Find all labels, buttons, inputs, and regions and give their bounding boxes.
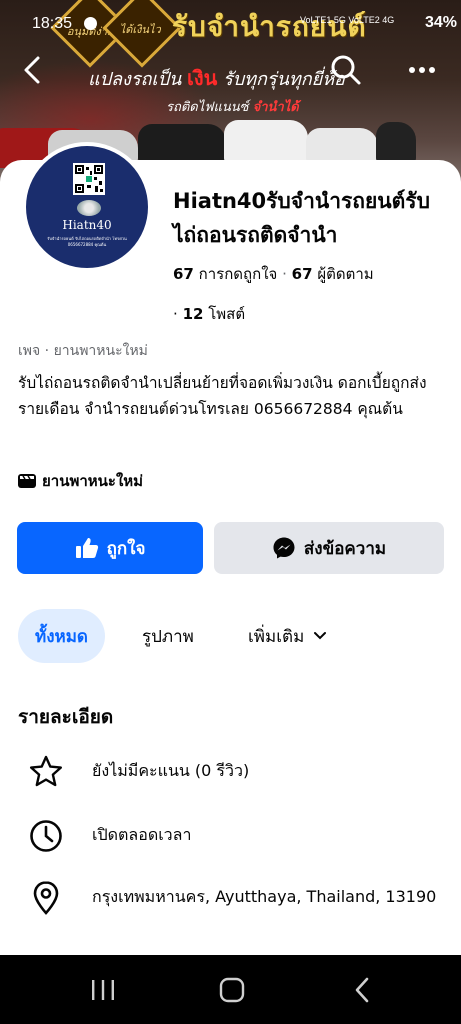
posts-count: 12	[182, 305, 204, 323]
details-heading: รายละเอียด	[18, 706, 114, 728]
search-icon[interactable]	[328, 52, 364, 88]
recent-apps-icon[interactable]	[90, 979, 116, 1001]
page-stats: 67 การกดถูกใจ · 67 ผู้ติดตาม	[173, 265, 374, 283]
location-pin-icon	[33, 881, 59, 915]
car-white-sedan	[306, 128, 378, 164]
thumbs-up-icon	[75, 538, 98, 558]
page-title: Hiatn40รับจำนำรถยนต์รับไถ่ถอนรถติดจำนำ	[173, 189, 430, 247]
tab-photos[interactable]: รูปภาพ	[142, 609, 194, 663]
car-white-pickup	[224, 120, 308, 164]
cover-subtitle-2: รถติดไฟแนนซ์ จำนำได้	[166, 100, 299, 115]
followers-label[interactable]: ผู้ติดตาม	[317, 265, 373, 283]
category-label: ยานพาหนะใหม่	[42, 472, 144, 490]
likes-label[interactable]: การกดถูกใจ	[199, 265, 278, 283]
status-time: 18:35	[32, 15, 73, 32]
category-clapper-icon	[18, 473, 36, 489]
more-dots-icon[interactable]	[404, 52, 440, 88]
posts-label[interactable]: โพสต์	[208, 305, 245, 323]
notification-icon	[84, 17, 97, 30]
likes-count: 67	[173, 265, 194, 283]
hours-text: เปิดตลอดเวลา	[92, 825, 192, 844]
tab-all[interactable]: ทั้งหมด	[18, 609, 105, 663]
avatar-name: Hiatn40	[62, 218, 112, 232]
qr-code-icon	[73, 163, 105, 195]
page-category-line: เพจ · ยานพาหนะใหม่	[18, 343, 148, 359]
chevron-down-icon	[314, 632, 327, 640]
page-bio: รับไถ่ถอนรถติดจำนำเปลี่ยนย้ายที่จอดเพิ่ม…	[18, 374, 427, 418]
category-row: ยานพาหนะใหม่	[18, 469, 143, 493]
address-row[interactable]: กรุงเทพมหานคร, Ayutthaya, Thailand, 1319…	[28, 880, 448, 932]
profile-avatar[interactable]: Hiatn40 รับจำนำรถยนต์ รับไถ่ถอนรถติดจำนำ…	[22, 142, 152, 272]
motorbike	[376, 122, 416, 164]
posts-stats: · 12 โพสต์	[173, 305, 246, 323]
profile-tabs: ทั้งหมด รูปภาพ เพิ่มเติม	[18, 609, 448, 663]
address-text: กรุงเทพมหานคร, Ayutthaya, Thailand, 1319…	[92, 887, 437, 906]
message-button[interactable]: ส่งข้อความ	[214, 522, 444, 574]
hours-row[interactable]: เปิดตลอดเวลา	[28, 818, 448, 856]
tab-more[interactable]: เพิ่มเติม	[248, 609, 328, 663]
status-bar: 18:35 VoLTE1 5G VoLTE2 4G 34%	[0, 0, 461, 44]
rating-text: ยังไม่มีคะแนน (0 รีวิว)	[92, 761, 250, 780]
messenger-icon	[273, 537, 295, 559]
back-arrow-icon[interactable]	[18, 52, 50, 88]
car-black	[138, 124, 226, 164]
star-icon	[30, 755, 62, 787]
followers-count: 67	[291, 265, 313, 283]
system-navigation-bar	[0, 955, 461, 1024]
avatar-caption: รับจำนำรถยนต์ รับไถ่ถอนรถติดจำนำ โทรด่วน…	[47, 236, 127, 247]
home-icon[interactable]	[219, 977, 245, 1003]
signal-indicator: VoLTE1 5G VoLTE2 4G	[300, 15, 395, 25]
like-button[interactable]: ถูกใจ	[17, 522, 203, 574]
rating-row[interactable]: ยังไม่มีคะแนน (0 รีวิว)	[28, 754, 448, 792]
clock-icon	[30, 820, 62, 852]
top-navigation	[0, 48, 461, 92]
battery-level: 34%	[424, 14, 457, 31]
system-back-icon[interactable]	[352, 977, 372, 1003]
wheel-logo-icon	[77, 200, 101, 216]
